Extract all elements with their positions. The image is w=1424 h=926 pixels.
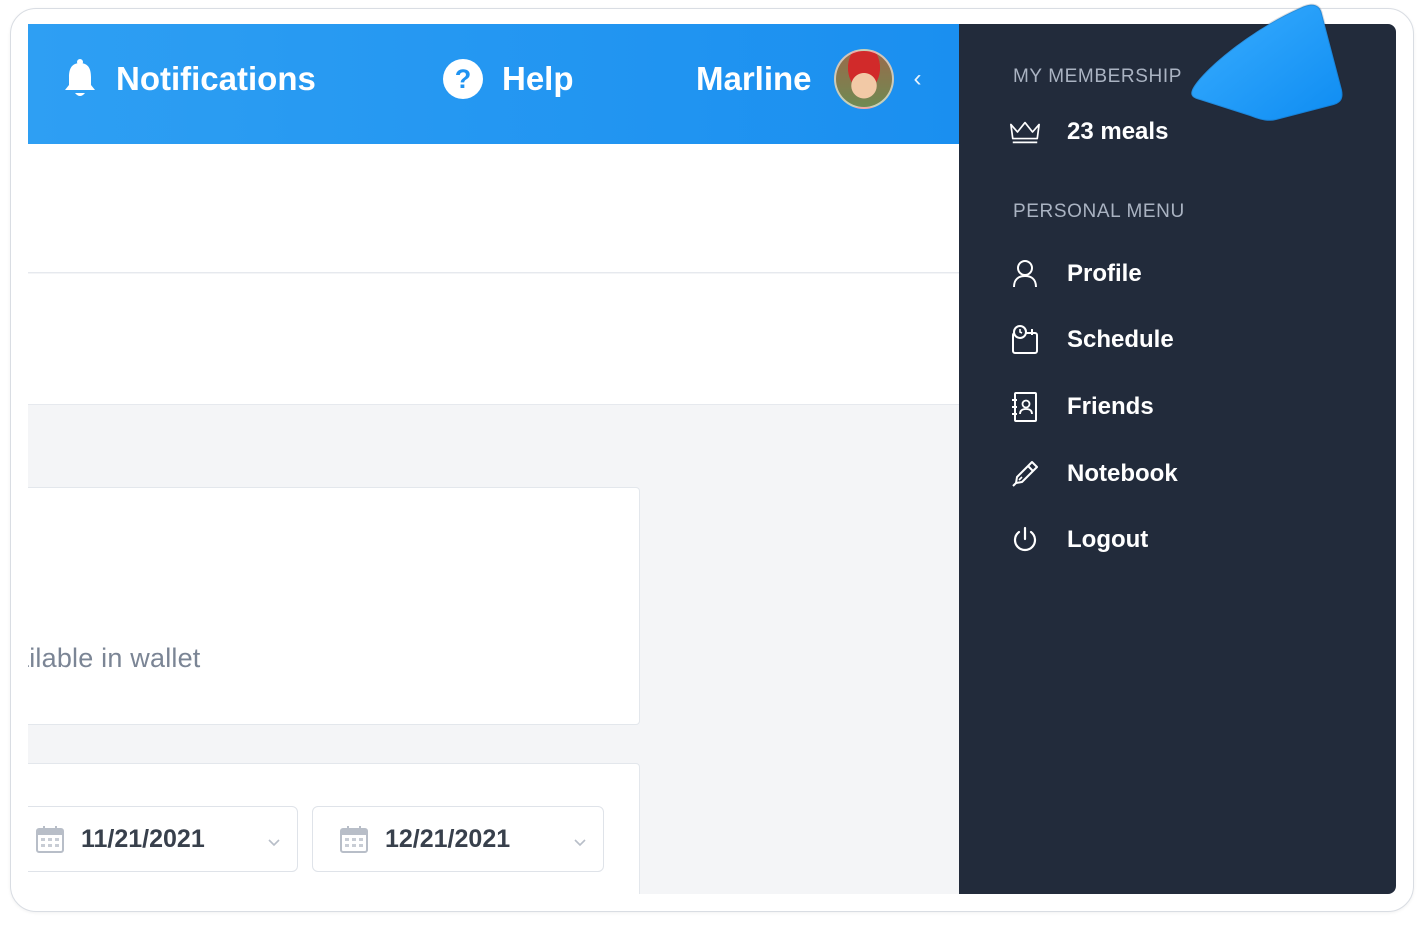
end-date-picker[interactable]: 12/21/2021 [312, 806, 604, 872]
sidebar-item-label: Friends [1067, 393, 1154, 420]
user-icon [1009, 258, 1041, 290]
highlight-pointer [1190, 3, 1344, 122]
sidebar-item-profile[interactable]: Profile [1009, 254, 1142, 294]
power-icon [1009, 524, 1041, 556]
wallet-card [28, 487, 640, 725]
sidebar-item-label: Profile [1067, 260, 1142, 287]
app-screen: Notifications ? Help Marline ‹ ailable i… [28, 24, 1396, 894]
wallet-text: ailable in wallet [28, 643, 201, 673]
meals-count: 23 meals [1067, 118, 1169, 145]
calendar-icon [35, 824, 65, 854]
top-bar: Notifications ? Help Marline ‹ [28, 24, 959, 144]
avatar [833, 49, 894, 109]
question-circle-icon: ? [442, 58, 484, 100]
calendar-icon [339, 824, 369, 854]
start-date-value: 11/21/2021 [81, 824, 205, 853]
sidebar-item-logout[interactable]: Logout [1009, 520, 1148, 560]
notifications-label: Notifications [116, 60, 316, 97]
schedule-icon [1009, 324, 1041, 356]
start-date-picker[interactable]: 11/21/2021 [28, 806, 298, 872]
sidebar-item-label: Logout [1067, 526, 1149, 553]
sidebar-item-label: Schedule [1067, 326, 1174, 353]
crown-icon [1009, 116, 1041, 148]
chevron-down-icon [265, 829, 283, 858]
chevron-down-icon [571, 829, 589, 858]
sidebar-item-schedule[interactable]: Schedule [1009, 320, 1174, 360]
svg-text:?: ? [455, 64, 472, 94]
sidebar-item-friends[interactable]: Friends [1009, 387, 1154, 427]
sidebar-item-notebook[interactable]: Notebook [1009, 454, 1178, 494]
end-date-value: 12/21/2021 [385, 824, 511, 853]
personal-sidebar: MY MEMBERSHIP 23 meals PERSONAL MENU Pro… [959, 24, 1396, 894]
pen-icon [1009, 458, 1041, 490]
user-menu-button[interactable]: Marline ‹ [696, 24, 922, 134]
chevron-left-icon[interactable]: ‹ [914, 65, 922, 93]
sidebar-item-label: Notebook [1067, 460, 1178, 487]
content-band [28, 144, 959, 273]
notifications-button[interactable]: Notifications [62, 24, 316, 134]
user-name: Marline [696, 60, 812, 97]
membership-meals[interactable]: 23 meals [1009, 112, 1168, 152]
help-label: Help [502, 60, 574, 97]
help-button[interactable]: ? Help [442, 24, 574, 134]
personal-menu-title: PERSONAL MENU [1013, 201, 1185, 222]
contacts-icon [1009, 391, 1041, 423]
content-band [28, 274, 959, 405]
bell-icon [62, 58, 98, 100]
membership-section-title: MY MEMBERSHIP [1013, 66, 1182, 87]
